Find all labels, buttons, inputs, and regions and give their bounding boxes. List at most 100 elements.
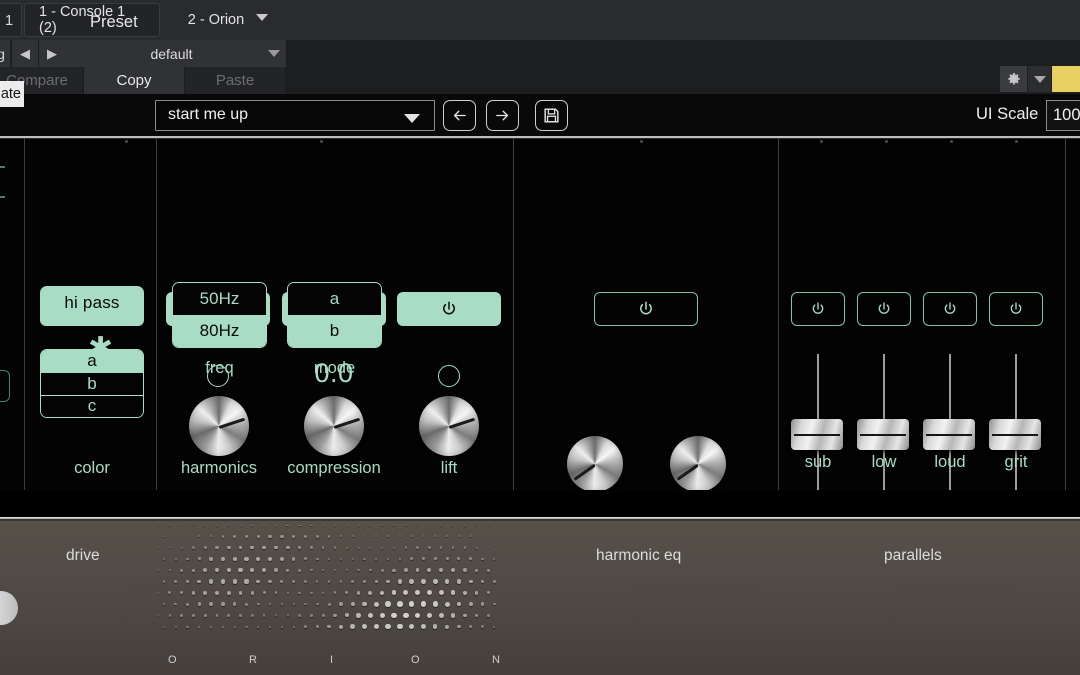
preset-prev-button[interactable]	[443, 100, 476, 131]
color-option-b[interactable]: b	[41, 372, 143, 395]
power-button-low[interactable]	[857, 292, 911, 326]
grille-dot	[475, 613, 479, 617]
grille-dot	[475, 525, 478, 526]
paste-button[interactable]: Paste	[185, 67, 285, 94]
brand-letter: R	[249, 654, 258, 666]
power-button-sub[interactable]	[791, 292, 845, 326]
freq-option-50hz[interactable]: 50Hz	[173, 283, 266, 315]
grille-dot	[310, 525, 313, 527]
grille-dot	[221, 602, 225, 606]
mode-option-a[interactable]: a	[288, 283, 381, 315]
compression-knob[interactable]	[304, 396, 364, 456]
grille-dot	[433, 624, 438, 629]
color-option-c[interactable]: c	[41, 394, 143, 417]
daw-host-chrome: 1 1 - Console 1 (2) 2 - Orion g ◀ ▶ defa…	[0, 0, 1080, 107]
preset-next-button[interactable]	[486, 100, 519, 131]
power-icon	[640, 301, 652, 315]
grille-dot	[168, 614, 171, 617]
fader-handle-sub[interactable]	[791, 419, 843, 450]
panel-tick	[885, 140, 888, 143]
grille-dot	[203, 546, 207, 549]
grille-dot	[174, 625, 177, 628]
grille-dot	[474, 590, 479, 595]
mode-selector[interactable]: a b	[287, 282, 382, 348]
program-prev-button[interactable]: ◀	[12, 40, 38, 67]
grille-dot	[373, 601, 379, 607]
grille-dot	[315, 534, 319, 538]
clipped-button-fragment[interactable]	[0, 370, 10, 402]
grille-dot	[180, 525, 183, 526]
grille-dot	[380, 568, 384, 572]
preset-combobox[interactable]: start me up	[155, 100, 435, 131]
grille-dot	[374, 579, 379, 584]
tab-dropdown-caret-icon[interactable]	[256, 14, 268, 21]
bottom-label-parallels: parallels	[884, 547, 942, 564]
grille-dot	[481, 557, 484, 561]
grille-dot	[257, 625, 260, 628]
grille-dot	[427, 568, 432, 573]
grille-dot	[339, 535, 342, 538]
grille-dot	[392, 546, 396, 549]
grille-dot	[469, 625, 473, 629]
grille-dot	[158, 569, 159, 572]
preset-save-button[interactable]	[535, 100, 568, 131]
grille-dot	[158, 525, 159, 526]
hi-pass-button[interactable]: hi pass	[40, 286, 144, 319]
grille-dot	[357, 525, 360, 526]
grille-dot	[185, 602, 190, 606]
grille-dot	[186, 535, 189, 538]
program-dropdown-caret-icon[interactable]	[268, 50, 280, 57]
grille-dot	[168, 568, 171, 572]
eq-knob-3khz[interactable]	[670, 436, 726, 492]
panel-tick	[820, 140, 823, 143]
settings-dropdown-button[interactable]	[1028, 66, 1051, 92]
grille-dot	[486, 591, 490, 595]
grille-dot	[280, 534, 284, 538]
lift-knob[interactable]	[419, 396, 479, 456]
power-button-harmonic-eq[interactable]	[594, 292, 698, 326]
fader-handle-low[interactable]	[857, 419, 909, 450]
fader-handle-loud[interactable]	[923, 419, 975, 450]
tab-orion[interactable]: 2 - Orion	[166, 3, 266, 37]
mode-option-b[interactable]: b	[288, 315, 381, 347]
grille-dot	[215, 613, 219, 617]
section-divider	[513, 138, 514, 490]
fader-handle-grit[interactable]	[989, 419, 1041, 450]
eq-knob-100hz[interactable]	[567, 436, 623, 492]
status-chip[interactable]	[1052, 66, 1080, 92]
copy-button[interactable]: Copy	[84, 67, 184, 94]
grille-dot	[268, 602, 272, 606]
grille-dot	[298, 568, 302, 572]
grille-dot	[462, 613, 467, 618]
freq-selector[interactable]: 50Hz 80Hz	[172, 282, 267, 348]
brand-letter: O	[168, 654, 178, 666]
settings-gear-button[interactable]	[1000, 66, 1027, 92]
power-button-lift[interactable]	[397, 292, 501, 326]
grille-dot	[428, 546, 431, 549]
grille-dot	[239, 614, 242, 617]
grille-dot	[292, 580, 296, 583]
program-select[interactable]: default	[57, 40, 286, 67]
power-button-loud[interactable]	[923, 292, 977, 326]
grille-dot	[220, 556, 225, 561]
power-button-grit[interactable]	[989, 292, 1043, 326]
freq-option-80hz[interactable]: 80Hz	[173, 315, 266, 347]
ui-scale-input[interactable]: 100	[1046, 100, 1080, 131]
host-program-row: g ◀ ▶ default	[0, 40, 1080, 67]
grille-dot	[232, 579, 237, 584]
grille-dot	[209, 602, 213, 606]
grille-dot	[180, 591, 184, 595]
grille-dot	[468, 579, 473, 584]
power-icon	[878, 302, 890, 314]
grille-dot	[203, 613, 207, 617]
harmonics-knob[interactable]	[189, 396, 249, 456]
grille-dot	[203, 590, 208, 595]
grille-dot	[251, 614, 254, 617]
clipped-bottom-knob[interactable]	[0, 591, 18, 625]
grille-dot	[351, 535, 354, 538]
color-selector[interactable]: a b c	[40, 349, 144, 418]
color-option-a[interactable]: a	[41, 350, 143, 373]
section-divider	[778, 138, 779, 490]
grille-dot	[345, 525, 348, 527]
grille-dot	[398, 535, 401, 538]
